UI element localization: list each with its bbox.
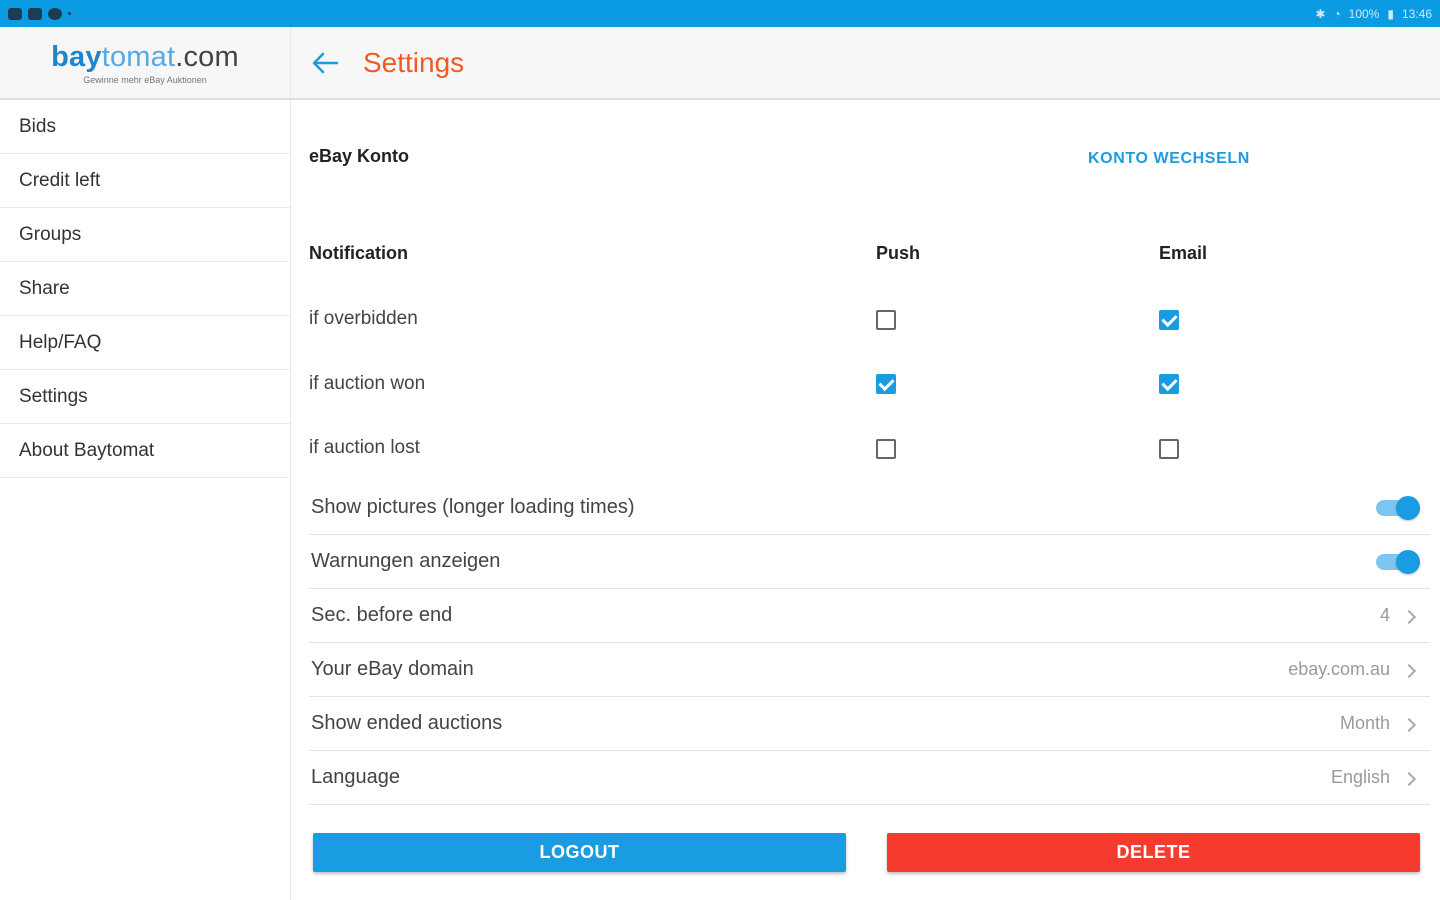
- show-warnings-toggle[interactable]: [1376, 549, 1420, 574]
- logo-part-bay: bay: [51, 40, 102, 73]
- setting-value: English: [1330, 767, 1390, 787]
- setting-label: Warnungen anzeigen: [311, 550, 501, 572]
- back-button[interactable]: [297, 35, 353, 91]
- chevron-right-icon: [1401, 609, 1417, 624]
- setting-label: Sec. before end: [311, 604, 453, 626]
- shield-icon: [8, 7, 22, 20]
- brand-logo[interactable]: baytomat.com Gewinne mehr eBay Auktionen: [0, 27, 290, 100]
- sidebar-item-help-faq[interactable]: Help/FAQ: [0, 316, 290, 370]
- chevron-right-icon: [1401, 663, 1417, 678]
- clock: 13:46: [1401, 6, 1432, 21]
- image-icon: [28, 7, 42, 20]
- setting-label: Your eBay domain: [311, 658, 474, 680]
- app-header: Settings: [291, 27, 1440, 100]
- sidebar-item-groups[interactable]: Groups: [0, 208, 290, 262]
- page-title: Settings: [363, 46, 465, 78]
- switch-account-link[interactable]: KONTO WECHSELN: [1088, 150, 1250, 168]
- battery-icon: ▮: [1387, 6, 1394, 21]
- sidebar-item-settings[interactable]: Settings: [0, 370, 290, 424]
- status-bar-notifications: [8, 7, 71, 20]
- push-auction-won-checkbox[interactable]: [876, 374, 896, 394]
- notification-label-auction-won: if auction won: [309, 373, 426, 394]
- setting-show-warnings[interactable]: Warnungen anzeigen: [309, 535, 1430, 589]
- sidebar: baytomat.com Gewinne mehr eBay Auktionen…: [0, 27, 291, 900]
- setting-ebay-domain[interactable]: Your eBay domain ebay.com.au: [309, 643, 1430, 697]
- push-column-header: Push: [876, 243, 921, 263]
- email-overbidden-checkbox[interactable]: [1159, 310, 1179, 330]
- chevron-right-icon: [1401, 717, 1417, 732]
- email-auction-lost-checkbox[interactable]: [1159, 439, 1179, 459]
- logo-part-tomat: tomat: [101, 40, 176, 73]
- delete-button[interactable]: DELETE: [887, 833, 1420, 872]
- sidebar-item-share[interactable]: Share: [0, 262, 290, 316]
- status-bar-system: ✱ ◔ 100% ▮ 13:46: [1315, 7, 1432, 21]
- setting-show-pictures[interactable]: Show pictures (longer loading times): [309, 481, 1430, 535]
- setting-label: Show pictures (longer loading times): [311, 496, 635, 518]
- at-icon: [48, 7, 62, 20]
- sidebar-item-bids[interactable]: Bids: [0, 100, 290, 154]
- arrow-left-icon: [312, 52, 339, 73]
- more-notifications-icon: [68, 12, 71, 15]
- setting-language[interactable]: Language English: [309, 751, 1430, 805]
- logo-part-com: .com: [175, 40, 239, 73]
- logo-tagline: Gewinne mehr eBay Auktionen: [83, 74, 207, 85]
- setting-label: Language: [311, 766, 400, 788]
- show-pictures-toggle[interactable]: [1376, 495, 1420, 520]
- chevron-right-icon: [1401, 771, 1417, 786]
- toggle-knob: [1396, 495, 1420, 520]
- status-bar: ✱ ◔ 100% ▮ 13:46: [0, 0, 1440, 27]
- ebay-account-label: eBay Konto: [309, 146, 410, 166]
- wifi-icon: ◔: [1333, 6, 1341, 21]
- setting-sec-before-end[interactable]: Sec. before end 4: [309, 589, 1430, 643]
- setting-show-ended-auctions[interactable]: Show ended auctions Month: [309, 697, 1430, 751]
- notification-label-overbidden: if overbidden: [309, 308, 418, 329]
- push-auction-lost-checkbox[interactable]: [876, 439, 896, 459]
- notification-column-header: Notification: [309, 243, 408, 263]
- sidebar-item-credit-left[interactable]: Credit left: [0, 154, 290, 208]
- push-overbidden-checkbox[interactable]: [876, 310, 896, 330]
- settings-panel: eBay Konto KONTO WECHSELN Notification P…: [291, 100, 1440, 900]
- bluetooth-icon: ✱: [1315, 6, 1326, 21]
- logo-wordmark: baytomat.com: [51, 40, 239, 73]
- sidebar-item-about[interactable]: About Baytomat: [0, 424, 290, 478]
- toggle-knob: [1396, 549, 1420, 574]
- setting-value: Month: [1339, 713, 1390, 733]
- battery-level: 100%: [1348, 6, 1380, 21]
- notification-label-auction-lost: if auction lost: [309, 437, 420, 458]
- setting-label: Show ended auctions: [311, 712, 503, 734]
- logout-button[interactable]: LOGOUT: [313, 833, 846, 872]
- setting-value: ebay.com.au: [1288, 659, 1390, 679]
- email-auction-won-checkbox[interactable]: [1159, 374, 1179, 394]
- setting-value: 4: [1379, 605, 1390, 625]
- email-column-header: Email: [1159, 243, 1208, 263]
